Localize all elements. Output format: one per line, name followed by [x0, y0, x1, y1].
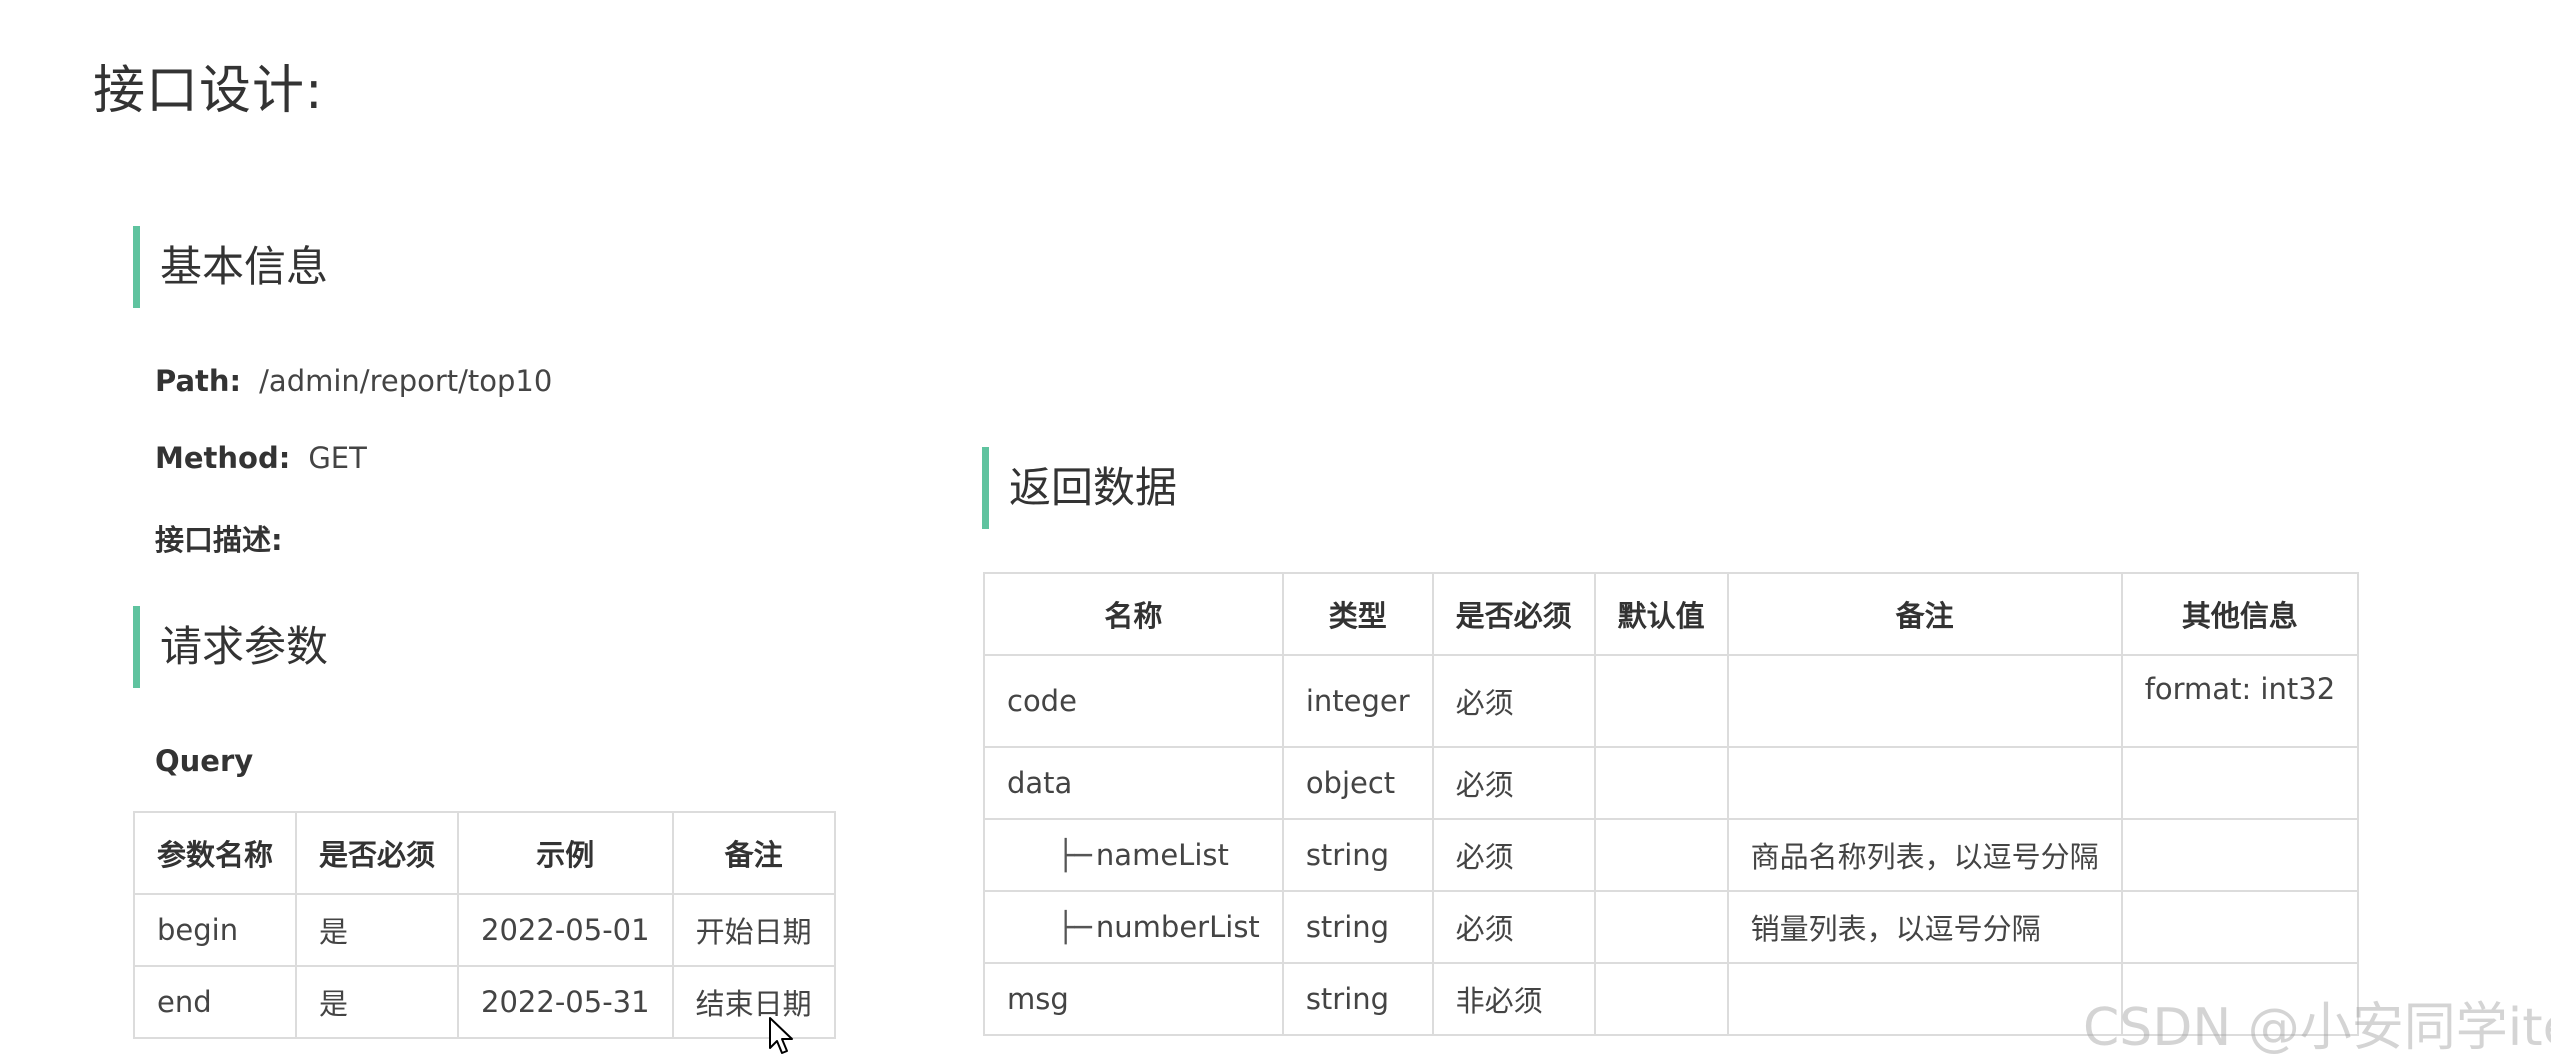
header-other-info: 其他信息	[2120, 572, 2360, 656]
field-default	[1593, 746, 1729, 820]
page-title: 接口设计:	[93, 61, 324, 121]
tree-branch-icon: ├─	[1057, 838, 1092, 872]
header-default: 默认值	[1593, 572, 1729, 656]
request-params-heading: 请求参数	[133, 606, 328, 688]
param-note: 结束日期	[671, 965, 836, 1039]
method-field: Method: GET	[155, 441, 367, 475]
header-param-name: 参数名称	[132, 811, 298, 895]
mouse-cursor-icon	[769, 1017, 793, 1054]
field-type: integer	[1281, 654, 1434, 748]
param-note: 开始日期	[671, 893, 836, 967]
field-required: 非必须	[1431, 962, 1596, 1036]
field-type: string	[1281, 890, 1434, 964]
field-required: 必须	[1431, 746, 1596, 820]
description-field: 接口描述:	[155, 517, 283, 559]
header-note: 备注	[1726, 572, 2123, 656]
field-name: code	[983, 654, 1284, 748]
param-name: end	[132, 965, 298, 1039]
table-header-row: 名称 类型 是否必须 默认值 备注 其他信息	[983, 572, 2360, 656]
field-name: nameList	[1095, 838, 1229, 872]
field-type: string	[1281, 962, 1434, 1036]
field-name-cell: ├─ nameList	[983, 818, 1284, 892]
field-note: 销量列表，以逗号分隔	[1726, 890, 2123, 964]
field-other-info: format: int32	[2120, 654, 2360, 748]
tree-branch-icon: ├─	[1057, 910, 1092, 944]
param-name: begin	[132, 893, 298, 967]
field-default	[1593, 890, 1729, 964]
field-note: 商品名称列表，以逗号分隔	[1726, 818, 2123, 892]
header-example: 示例	[457, 811, 674, 895]
response-data-table: 名称 类型 是否必须 默认值 备注 其他信息 code integer 必须 f…	[983, 572, 2360, 1036]
header-name: 名称	[983, 572, 1284, 656]
method-label: Method:	[155, 441, 291, 475]
field-required: 必须	[1431, 818, 1596, 892]
header-note: 备注	[671, 811, 836, 895]
request-params-table: 参数名称 是否必须 示例 备注 begin 是 2022-05-01 开始日期 …	[132, 811, 836, 1039]
table-row: end 是 2022-05-31 结束日期	[132, 965, 836, 1039]
query-label: Query	[155, 744, 254, 778]
description-label: 接口描述:	[155, 523, 283, 557]
field-default	[1593, 654, 1729, 748]
table-row: code integer 必须 format: int32	[983, 654, 2360, 748]
field-name: data	[983, 746, 1284, 820]
param-required: 是	[295, 893, 460, 967]
field-default	[1593, 962, 1729, 1036]
param-example: 2022-05-01	[457, 893, 674, 967]
method-value: GET	[308, 441, 367, 475]
path-label: Path:	[155, 364, 242, 398]
field-name-cell: ├─ numberList	[983, 890, 1284, 964]
field-required: 必须	[1431, 890, 1596, 964]
field-note	[1726, 962, 2123, 1036]
field-other-info	[2120, 818, 2360, 892]
path-value: /admin/report/top10	[259, 364, 553, 398]
path-field: Path: /admin/report/top10	[155, 364, 552, 398]
field-required: 必须	[1431, 654, 1596, 748]
field-name: numberList	[1095, 910, 1260, 944]
basic-info-heading: 基本信息	[133, 226, 328, 308]
field-note	[1726, 654, 2123, 748]
field-name: msg	[983, 962, 1284, 1036]
header-required: 是否必须	[295, 811, 460, 895]
field-type: object	[1281, 746, 1434, 820]
table-row: ├─ nameList string 必须 商品名称列表，以逗号分隔	[983, 818, 2360, 892]
field-other-info	[2120, 746, 2360, 820]
field-other-info	[2120, 890, 2360, 964]
field-type: string	[1281, 818, 1434, 892]
table-header-row: 参数名称 是否必须 示例 备注	[132, 811, 836, 895]
field-note	[1726, 746, 2123, 820]
param-required: 是	[295, 965, 460, 1039]
header-type: 类型	[1281, 572, 1434, 656]
table-row: ├─ numberList string 必须 销量列表，以逗号分隔	[983, 890, 2360, 964]
response-data-heading: 返回数据	[982, 447, 1177, 529]
table-row: data object 必须	[983, 746, 2360, 820]
table-row: begin 是 2022-05-01 开始日期	[132, 893, 836, 967]
header-required: 是否必须	[1431, 572, 1596, 656]
param-example: 2022-05-31	[457, 965, 674, 1039]
field-default	[1593, 818, 1729, 892]
watermark: CSDN @小安同学iter	[2083, 998, 2551, 1058]
